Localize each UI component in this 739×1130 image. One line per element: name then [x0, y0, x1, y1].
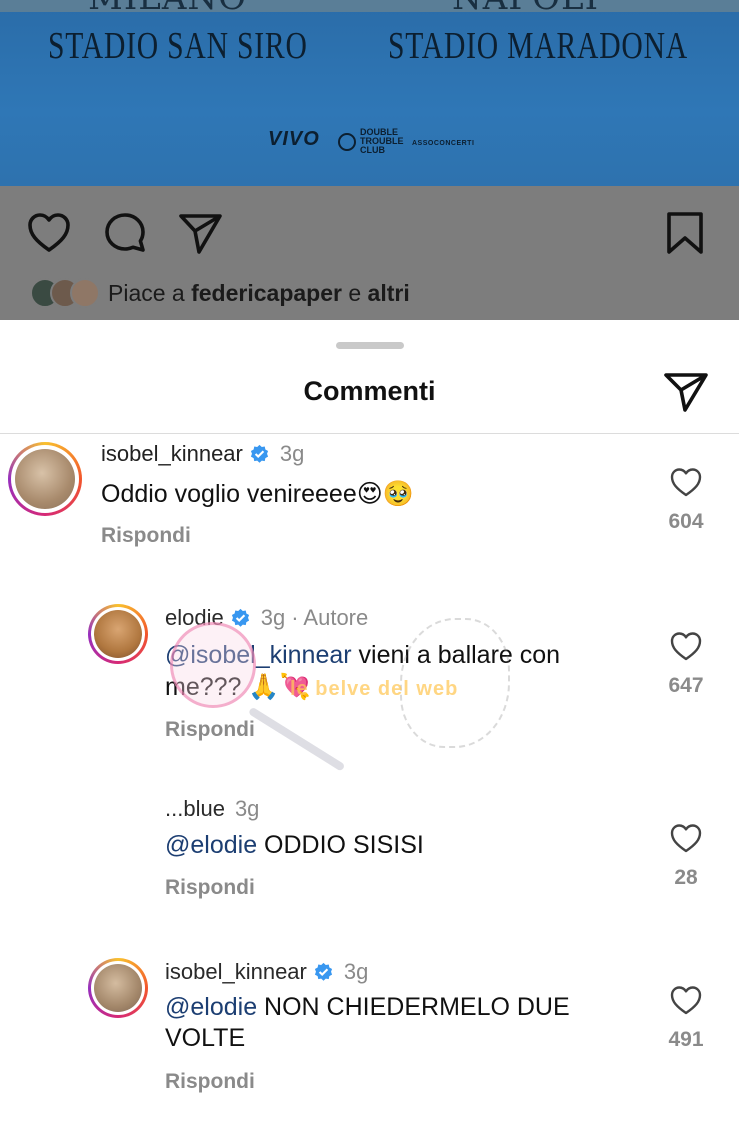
like-count: 28 [674, 866, 698, 889]
comment-username-row: isobel_kinnear 3g [101, 441, 304, 467]
comment-like[interactable]: 604 [660, 466, 712, 534]
comment-username-row: isobel_kinnear 3g [165, 959, 368, 985]
liker-avatars [30, 278, 100, 308]
verified-badge-icon [250, 444, 268, 463]
avatar[interactable] [88, 958, 148, 1018]
reply-button[interactable]: Rispondi [165, 876, 255, 900]
comment-username[interactable]: ...blue [165, 796, 225, 822]
avatar[interactable] [8, 442, 82, 516]
comment-username-row: ...blue 3g [165, 796, 259, 822]
likes-others-link[interactable]: altri [368, 280, 410, 306]
reply-button[interactable]: Rispondi [101, 524, 191, 548]
logo-double-trouble-text: DOUBLE TROUBLE CLUB [360, 127, 404, 155]
reply-button[interactable]: Rispondi [165, 718, 255, 742]
comment-time: 3g [260, 605, 286, 630]
logo-vivo: VIVO [268, 128, 320, 150]
comment-text: @elodie NON CHIEDERMELO DUE VOLTE [165, 993, 570, 1052]
post-image: MILANO NAPOLI STADIO SAN SIRO STADIO MAR… [0, 0, 739, 186]
banner-city-right: NAPOLI [452, 0, 599, 18]
verified-badge-icon [314, 962, 332, 981]
comments-sheet: Commenti isobel_kinnear 3g Oddio voglio … [0, 320, 739, 1130]
comment-username[interactable]: isobel_kinnear [101, 441, 243, 467]
heart-icon[interactable] [669, 822, 703, 854]
comment-item: ...blue 3g @elodie ODDIO SISISI Rispondi… [0, 794, 739, 934]
sheet-divider [0, 433, 739, 434]
like-count: 604 [668, 510, 704, 533]
comment-like[interactable]: 491 [660, 984, 712, 1052]
paper-plane-icon[interactable] [178, 210, 224, 256]
bookmark-icon[interactable] [662, 210, 708, 256]
heart-icon[interactable] [669, 984, 703, 1016]
logo-double-trouble: DOUBLE TROUBLE CLUB [338, 128, 414, 155]
comment-like[interactable]: 647 [660, 630, 712, 698]
comment-bubble-icon[interactable] [102, 210, 148, 256]
watermark-text: le belve del web [290, 678, 459, 700]
banner-city-left: MILANO [88, 0, 247, 18]
drag-handle[interactable] [336, 342, 404, 349]
liker-username[interactable]: federicapaper [191, 280, 342, 306]
watermark-magnifier [170, 622, 256, 708]
like-count: 491 [668, 1028, 704, 1051]
comment-time: 3g [234, 796, 260, 821]
heart-icon[interactable] [669, 466, 703, 498]
verified-badge-icon [231, 608, 249, 627]
comment-like[interactable]: 28 [660, 822, 712, 890]
comment-item: isobel_kinnear 3g @elodie NON CHIEDERMEL… [0, 956, 739, 1106]
comment-emoji: 😍🥹 [356, 479, 414, 508]
comment-username[interactable]: isobel_kinnear [165, 959, 307, 985]
share-paper-plane-icon[interactable] [662, 370, 710, 414]
banner-stadium-right: STADIO MARADONA [388, 25, 688, 67]
logo-circle-icon [338, 132, 356, 151]
likes-summary[interactable]: Piace a federicapaper e altri [30, 278, 410, 308]
author-label: · Autore [291, 605, 369, 630]
comment-item: isobel_kinnear 3g Oddio voglio venireeee… [0, 438, 739, 568]
heart-icon[interactable] [26, 210, 72, 256]
comment-text: Oddio voglio venireeee😍🥹 [101, 479, 414, 508]
reply-button[interactable]: Rispondi [165, 1070, 255, 1094]
logo-assoconcerti: ASSOCONCERTI [412, 140, 475, 147]
avatar[interactable] [88, 604, 148, 664]
comment-text: @elodie ODDIO SISISI [165, 831, 424, 859]
sheet-title: Commenti [303, 376, 436, 406]
comment-time: 3g [279, 441, 305, 466]
avatar [70, 278, 100, 308]
heart-icon[interactable] [669, 630, 703, 662]
mention-link[interactable]: @elodie [165, 993, 257, 1021]
like-count: 647 [668, 674, 704, 697]
mention-link[interactable]: @elodie [165, 831, 257, 859]
comment-time: 3g [343, 959, 369, 984]
banner-stadium-left: STADIO SAN SIRO [48, 25, 308, 67]
likes-text: Piace a federicapaper e altri [108, 279, 410, 306]
